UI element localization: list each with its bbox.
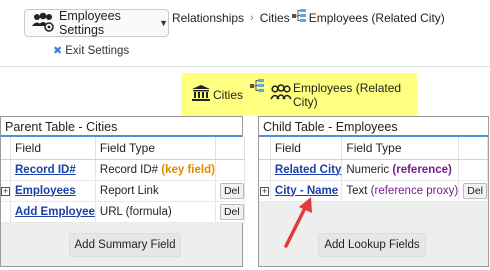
field-link-related-city[interactable]: Related City bbox=[275, 164, 341, 176]
reference-note: (reference) bbox=[392, 163, 452, 176]
reference-proxy-note: (reference proxy) bbox=[370, 184, 459, 197]
table-row: Record ID# Record ID# (key field) bbox=[1, 159, 245, 181]
settings-menu-label: Employees Settings bbox=[59, 9, 121, 37]
child-table-title: Child Table - Employees bbox=[259, 117, 488, 137]
field-link-record-id[interactable]: Record ID# bbox=[15, 164, 76, 176]
field-type: Text bbox=[346, 184, 368, 197]
breadcrumb-item-employees: Employees (Related City) bbox=[308, 10, 445, 25]
breadcrumb: Relationships › Cities Employees (Relate… bbox=[172, 9, 445, 26]
parent-table-panel: Parent Table - Cities Field Field Type R… bbox=[0, 116, 245, 267]
child-table-name: Employees (Related City) bbox=[293, 80, 402, 109]
bank-building-icon bbox=[191, 84, 211, 105]
add-lookup-fields-button[interactable]: Add Lookup Fields bbox=[318, 233, 426, 257]
breadcrumb-item-relationships[interactable]: Relationships bbox=[172, 11, 244, 25]
field-link-add-employee[interactable]: Add Employee bbox=[15, 206, 95, 218]
breadcrumb-item-cities[interactable]: Cities bbox=[260, 11, 290, 25]
relationship-icon bbox=[250, 79, 265, 96]
table-row: Related City Numeric (reference) bbox=[259, 159, 488, 181]
people-group-icon bbox=[270, 84, 292, 105]
field-link-employees[interactable]: Employees bbox=[15, 185, 76, 197]
expand-icon[interactable]: + bbox=[1, 186, 10, 196]
chevron-down-icon: ▼ bbox=[159, 18, 168, 28]
table-row: + Employees Report Link Del bbox=[1, 180, 245, 202]
table-row: Add Employee URL (formula) Del bbox=[1, 201, 245, 223]
delete-column-header bbox=[458, 137, 488, 160]
field-type: Record ID# bbox=[99, 163, 159, 176]
field-type: Numeric bbox=[346, 163, 390, 176]
field-type-column-header: Field Type bbox=[95, 137, 216, 160]
close-icon: ✖ bbox=[53, 45, 63, 57]
header-divider bbox=[0, 66, 490, 67]
parent-table-heading: Cities bbox=[191, 84, 243, 105]
table-header-row: Field Field Type bbox=[1, 137, 245, 160]
expand-column-header bbox=[1, 137, 11, 160]
parent-table-name: Cities bbox=[213, 87, 244, 102]
field-column-header: Field bbox=[10, 137, 96, 160]
chevron-right-icon: › bbox=[250, 11, 254, 24]
child-fields-table: Field Field Type Related City Numeric (r… bbox=[259, 137, 488, 202]
field-type-column-header: Field Type bbox=[341, 137, 460, 160]
delete-button[interactable]: Del bbox=[219, 182, 244, 199]
field-type: URL (formula) bbox=[99, 205, 172, 218]
field-link-city-name[interactable]: City - Name bbox=[275, 185, 338, 197]
key-field-note: (key field) bbox=[161, 163, 215, 176]
delete-button[interactable]: Del bbox=[463, 182, 487, 199]
employees-group-icon bbox=[31, 12, 55, 35]
child-table-heading: Employees (Related City) bbox=[270, 81, 417, 109]
settings-menu-button[interactable]: Employees Settings ▼ bbox=[24, 9, 169, 37]
table-header-row: Field Field Type bbox=[259, 137, 488, 160]
delete-button[interactable]: Del bbox=[219, 203, 244, 220]
expand-column-header bbox=[259, 137, 271, 160]
relationship-icon bbox=[290, 9, 309, 26]
parent-table-title: Parent Table - Cities bbox=[1, 117, 242, 137]
exit-settings-link[interactable]: ✖ Exit Settings bbox=[53, 44, 130, 58]
parent-fields-table: Field Field Type Record ID# Record ID# (… bbox=[1, 137, 245, 223]
expand-icon[interactable]: + bbox=[259, 186, 269, 196]
field-type: Report Link bbox=[99, 184, 159, 197]
relationship-header: Cities Employees (Related City) bbox=[181, 73, 417, 116]
annotation-arrow-icon bbox=[284, 197, 312, 248]
add-summary-field-button[interactable]: Add Summary Field bbox=[69, 233, 181, 257]
field-column-header: Field bbox=[270, 137, 343, 160]
delete-column-header bbox=[215, 137, 245, 160]
exit-settings-label: Exit Settings bbox=[65, 44, 130, 57]
